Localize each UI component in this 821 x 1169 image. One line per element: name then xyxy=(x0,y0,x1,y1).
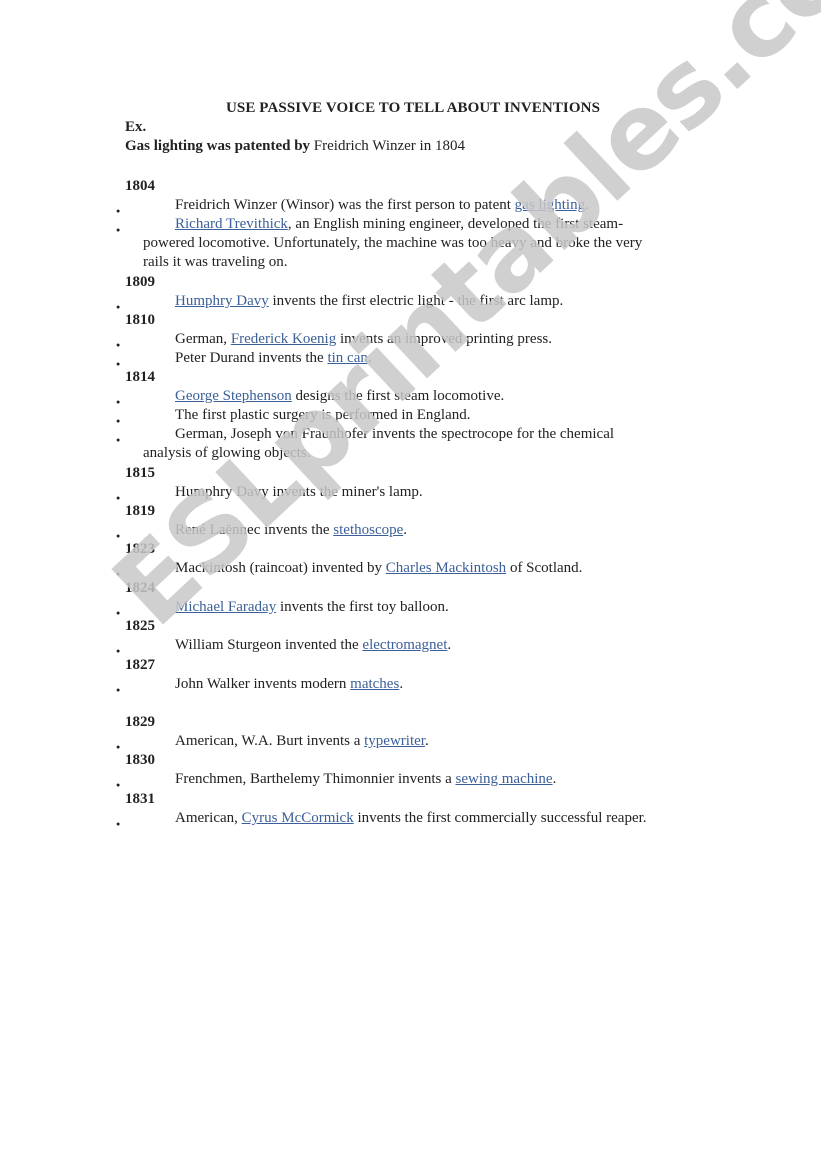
link-cyrus-mccormick[interactable]: Cyrus McCormick xyxy=(242,810,354,826)
link-charles-mackintosh[interactable]: Charles Mackintosh xyxy=(386,560,506,576)
bullet-icon: ● xyxy=(116,207,121,216)
text-fragment: . xyxy=(552,771,557,788)
bullet-icon: ● xyxy=(116,609,121,618)
text-fragment: Peter Durand invents the xyxy=(175,350,328,367)
text-fragment: invents the first commercially successfu… xyxy=(353,810,647,827)
bullet-icon: ● xyxy=(116,686,121,695)
text-fragment: Mackintosh (raincoat) invented by xyxy=(175,560,386,577)
text-fragment: . xyxy=(447,637,452,654)
list-item-text: Richard Trevithick, an English mining en… xyxy=(175,215,715,234)
list-item-text: German, Frederick Koenig invents an impr… xyxy=(175,330,715,349)
year-heading: 1810 xyxy=(125,312,155,328)
text-fragment: . xyxy=(585,197,589,214)
bullet-icon: ● xyxy=(116,743,121,752)
text-fragment: of Scotland. xyxy=(506,560,583,577)
text-fragment: . xyxy=(367,350,372,367)
bullet-icon: ● xyxy=(116,360,121,369)
link-sewing-machine[interactable]: sewing machine xyxy=(456,771,553,787)
link-george-stephenson[interactable]: George Stephenson xyxy=(175,388,292,404)
list-item-text: George Stephenson designs the first stea… xyxy=(175,387,715,406)
bullet-icon: ● xyxy=(116,398,121,407)
link-electromagnet[interactable]: electromagnet xyxy=(362,637,447,653)
list-item-text: Michael Faraday invents the first toy ba… xyxy=(175,598,715,617)
year-heading: 1804 xyxy=(125,178,155,194)
text-fragment: , an English mining engineer, developed … xyxy=(287,216,624,233)
link-frederick-koenig[interactable]: Frederick Koenig xyxy=(231,331,336,347)
list-item-text: Frenchmen, Barthelemy Thimonnier invents… xyxy=(175,770,715,789)
year-heading: 1815 xyxy=(125,465,155,481)
bullet-icon: ● xyxy=(116,226,121,235)
year-heading: 1823 xyxy=(125,541,155,557)
list-item-text: René Laënnec invents the stethoscope. xyxy=(175,521,715,540)
list-item-text: The first plastic surgery is performed i… xyxy=(175,406,715,425)
text-fragment: . xyxy=(403,522,408,539)
link-michael-faraday[interactable]: Michael Faraday xyxy=(175,599,276,615)
text-fragment: German, xyxy=(175,331,231,348)
example-sentence: Gas lighting was patented by Freidrich W… xyxy=(125,138,465,155)
example-rest: Freidrich Winzer in 1804 xyxy=(310,138,465,154)
text-fragment: invents the first electric light - the f… xyxy=(268,293,564,310)
list-item-text: American, Cyrus McCormick invents the fi… xyxy=(175,809,715,828)
link-typewriter[interactable]: typewriter xyxy=(364,733,425,749)
text-fragment: John Walker invents modern xyxy=(175,676,351,693)
continuation-text: powered locomotive. Unfortunately, the m… xyxy=(143,235,643,252)
list-item-text: German, Joseph von Fraunhofer invents th… xyxy=(175,425,715,444)
bullet-icon: ● xyxy=(116,436,121,445)
year-heading: 1809 xyxy=(125,274,155,290)
worksheet-page: USE PASSIVE VOICE TO TELL ABOUT INVENTIO… xyxy=(0,0,821,1169)
text-fragment: Frenchmen, Barthelemy Thimonnier invents… xyxy=(175,771,456,788)
text-fragment: William Sturgeon invented the xyxy=(175,637,363,654)
text-fragment: American, xyxy=(175,810,242,827)
year-heading: 1819 xyxy=(125,503,155,519)
bullet-icon: ● xyxy=(116,341,121,350)
link-tin-can[interactable]: tin can xyxy=(327,350,367,366)
list-item-text: Humphry Davy invents the first electric … xyxy=(175,292,715,311)
text-fragment: American, W.A. Burt invents a xyxy=(175,733,365,750)
list-item-text: Mackintosh (raincoat) invented by Charle… xyxy=(175,559,715,578)
text-fragment: The first plastic surgery is performed i… xyxy=(175,407,471,424)
list-item-text: Freidrich Winzer (Winsor) was the first … xyxy=(175,196,715,215)
list-item-text: American, W.A. Burt invents a typewriter… xyxy=(175,732,715,751)
list-item-text: Humphry Davy invents the miner's lamp. xyxy=(175,483,715,502)
bullet-icon: ● xyxy=(116,532,121,541)
list-item-text: Peter Durand invents the tin can. xyxy=(175,349,715,368)
bullet-icon: ● xyxy=(116,417,121,426)
bullet-icon: ● xyxy=(116,570,121,579)
text-fragment: invents the first toy balloon. xyxy=(276,599,449,616)
link-richard-trevithick[interactable]: Richard Trevithick xyxy=(175,216,288,232)
text-fragment: René Laënnec invents the xyxy=(175,522,334,539)
year-heading: 1829 xyxy=(125,714,155,730)
year-heading: 1830 xyxy=(125,752,155,768)
text-fragment: designs the first steam locomotive. xyxy=(291,388,505,405)
page-title: USE PASSIVE VOICE TO TELL ABOUT INVENTIO… xyxy=(225,100,601,116)
watermark: ESLprintables.com xyxy=(90,0,821,650)
year-heading: 1831 xyxy=(125,791,155,807)
text-fragment: German, Joseph von Fraunhofer invents th… xyxy=(175,426,615,443)
text-fragment: invents an improved printing press. xyxy=(336,331,553,348)
text-fragment: Humphry Davy invents the miner's lamp. xyxy=(175,484,423,501)
link-matches[interactable]: matches xyxy=(350,676,399,692)
year-heading: 1814 xyxy=(125,369,155,385)
list-item-text: John Walker invents modern matches. xyxy=(175,675,715,694)
example-bold-part: Gas lighting was patented by xyxy=(125,138,311,154)
year-heading: 1824 xyxy=(125,580,155,596)
text-fragment: . xyxy=(424,733,429,750)
link-humphry-davy[interactable]: Humphry Davy xyxy=(175,293,269,309)
link-gas-lighting[interactable]: gas lighting xyxy=(515,197,585,213)
year-heading: 1825 xyxy=(125,618,155,634)
example-label: Ex. xyxy=(125,119,147,135)
continuation-text: analysis of glowing objects. xyxy=(143,445,311,462)
text-fragment: Freidrich Winzer (Winsor) was the first … xyxy=(175,197,515,214)
list-item-text: William Sturgeon invented the electromag… xyxy=(175,636,715,655)
year-heading: 1827 xyxy=(125,657,155,673)
bullet-icon: ● xyxy=(116,647,121,656)
bullet-icon: ● xyxy=(116,303,121,312)
bullet-icon: ● xyxy=(116,494,121,503)
bullet-icon: ● xyxy=(116,820,121,829)
link-stethoscope[interactable]: stethoscope xyxy=(333,522,403,538)
continuation-text: rails it was traveling on. xyxy=(143,254,288,271)
text-fragment: . xyxy=(399,676,404,693)
bullet-icon: ● xyxy=(116,781,121,790)
